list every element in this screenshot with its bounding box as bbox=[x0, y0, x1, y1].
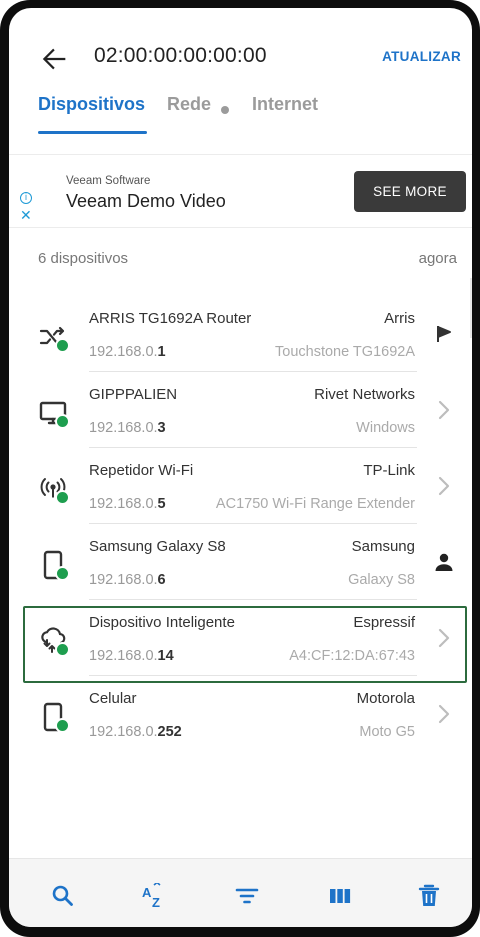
device-vendor: Espressif bbox=[353, 614, 415, 631]
device-name: Dispositivo Inteligente bbox=[89, 614, 235, 631]
refresh-button[interactable]: ATUALIZAR bbox=[382, 49, 461, 64]
online-status-dot bbox=[55, 718, 70, 733]
ad-advertiser: Veeam Software bbox=[66, 175, 151, 187]
device-vendor: Rivet Networks bbox=[314, 386, 415, 403]
svg-text:Z: Z bbox=[152, 895, 160, 909]
device-name: Celular bbox=[89, 690, 137, 707]
chevron-right-icon[interactable] bbox=[433, 396, 455, 424]
device-ip: 192.168.0.3 bbox=[89, 420, 166, 436]
device-model: A4:CF:12:DA:67:43 bbox=[289, 648, 415, 664]
device-ip: 192.168.0.1 bbox=[89, 344, 166, 360]
device-model: Touchstone TG1692A bbox=[275, 344, 415, 360]
online-status-dot bbox=[55, 490, 70, 505]
last-updated: agora bbox=[418, 250, 457, 267]
tab-network[interactable]: Rede bbox=[167, 94, 211, 115]
device-ip: 192.168.0.5 bbox=[89, 496, 166, 512]
device-vendor: Motorola bbox=[356, 690, 415, 707]
flag-icon[interactable] bbox=[433, 320, 455, 348]
ad-banner[interactable]: i ✕ Veeam Software Veeam Demo Video SEE … bbox=[9, 155, 472, 227]
ad-close-icon[interactable]: ✕ bbox=[20, 207, 32, 224]
device-row[interactable]: Dispositivo Inteligente Espressif 192.16… bbox=[9, 600, 472, 676]
divider bbox=[9, 227, 472, 228]
device-row[interactable]: Samsung Galaxy S8 Samsung 192.168.0.6 Ga… bbox=[9, 524, 472, 600]
ad-info-icon[interactable]: i bbox=[20, 192, 32, 204]
filter-icon[interactable] bbox=[234, 883, 260, 909]
online-status-dot bbox=[55, 338, 70, 353]
device-vendor: Arris bbox=[384, 310, 415, 327]
online-status-dot bbox=[55, 414, 70, 429]
trash-icon[interactable] bbox=[416, 883, 442, 909]
tab-devices[interactable]: Dispositivos bbox=[38, 94, 145, 115]
chevron-right-icon[interactable] bbox=[433, 700, 455, 728]
device-vendor: TP-Link bbox=[363, 462, 415, 479]
active-tab-indicator bbox=[38, 131, 147, 134]
device-ip: 192.168.0.6 bbox=[89, 572, 166, 588]
device-name: Samsung Galaxy S8 bbox=[89, 538, 226, 555]
device-model: Windows bbox=[356, 420, 415, 436]
device-name: GIPPPALIEN bbox=[89, 386, 178, 403]
tab-internet[interactable]: Internet bbox=[252, 94, 318, 115]
see-more-button[interactable]: SEE MORE bbox=[354, 171, 466, 212]
chevron-right-icon[interactable] bbox=[433, 472, 455, 500]
device-name: ARRIS TG1692A Router bbox=[89, 310, 252, 327]
device-ip: 192.168.0.14 bbox=[89, 648, 174, 664]
online-status-dot bbox=[55, 566, 70, 581]
device-vendor: Samsung bbox=[351, 538, 415, 555]
sort-az-icon[interactable]: A Z bbox=[141, 883, 167, 909]
scrollbar[interactable] bbox=[470, 278, 472, 338]
device-model: AC1750 Wi-Fi Range Extender bbox=[215, 496, 415, 512]
chevron-right-icon[interactable] bbox=[433, 624, 455, 652]
bottom-action-bar: A Z bbox=[9, 858, 472, 927]
device-frame: 02:00:00:00:00:00 ATUALIZAR Dispositivos… bbox=[0, 0, 480, 937]
device-row[interactable]: Celular Motorola 192.168.0.252 Moto G5 bbox=[9, 676, 472, 752]
columns-icon[interactable] bbox=[327, 883, 353, 909]
tab-bar: Dispositivos Rede Internet bbox=[9, 94, 472, 144]
tab-network-dot bbox=[221, 106, 229, 114]
device-row[interactable]: ARRIS TG1692A Router Arris 192.168.0.1 T… bbox=[9, 296, 472, 372]
device-count: 6 dispositivos bbox=[38, 250, 129, 267]
online-status-dot bbox=[55, 642, 70, 657]
app-bar: 02:00:00:00:00:00 ATUALIZAR bbox=[9, 8, 472, 70]
device-model: Moto G5 bbox=[359, 724, 415, 740]
search-icon[interactable] bbox=[50, 883, 76, 909]
back-arrow-icon[interactable] bbox=[37, 42, 71, 76]
device-row[interactable]: Repetidor Wi-Fi TP-Link 192.168.0.5 AC17… bbox=[9, 448, 472, 524]
page-title: 02:00:00:00:00:00 bbox=[94, 44, 267, 67]
app-screen: 02:00:00:00:00:00 ATUALIZAR Dispositivos… bbox=[9, 8, 472, 927]
ad-title[interactable]: Veeam Demo Video bbox=[66, 191, 226, 212]
device-name: Repetidor Wi-Fi bbox=[89, 462, 194, 479]
device-summary: 6 dispositivos agora bbox=[9, 248, 472, 272]
person-icon[interactable] bbox=[433, 548, 455, 576]
device-ip: 192.168.0.252 bbox=[89, 724, 182, 740]
svg-text:A: A bbox=[142, 885, 152, 900]
device-row[interactable]: GIPPPALIEN Rivet Networks 192.168.0.3 Wi… bbox=[9, 372, 472, 448]
device-model: Galaxy S8 bbox=[348, 572, 415, 588]
